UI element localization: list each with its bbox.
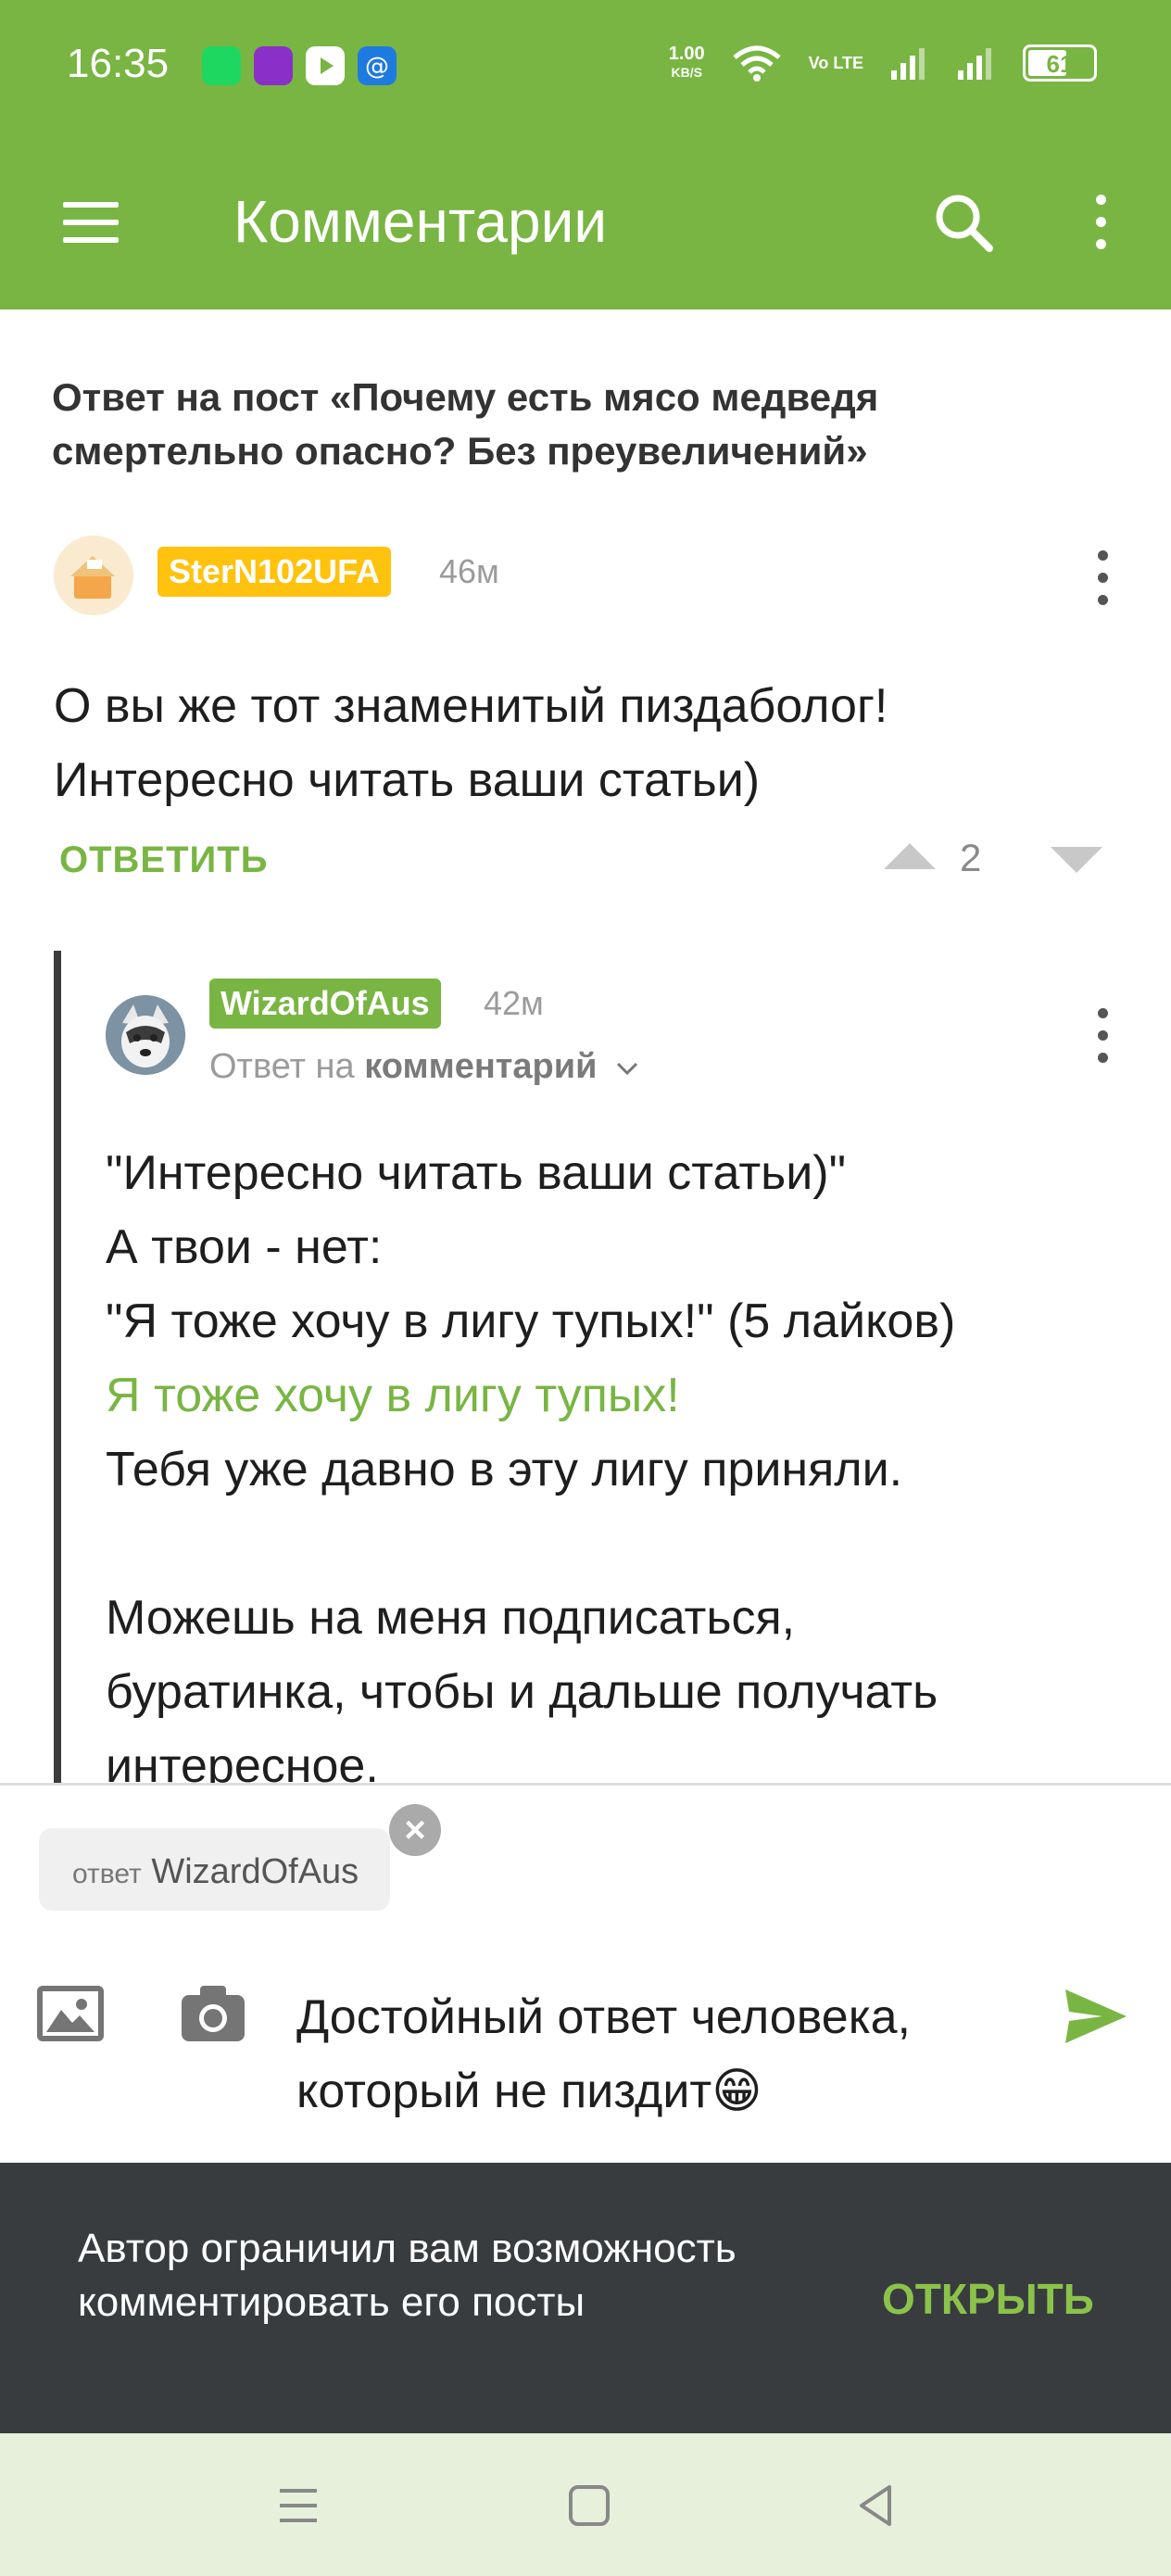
battery-level: 61: [1046, 50, 1074, 78]
battery-icon: 61: [1023, 44, 1097, 82]
post-title[interactable]: Ответ на пост «Почему есть мясо медведя …: [52, 371, 1089, 478]
comment-line: "Я тоже хочу в лигу тупых!" (5 лайков): [106, 1294, 956, 1348]
spotify-notification-icon: [202, 46, 241, 85]
avatar[interactable]: [106, 995, 185, 1075]
app-bar: Комментарии: [0, 139, 1171, 309]
app-header: 16:35 @ 1.00 KB/S Vo LTE 61 Комментарии: [0, 0, 1171, 309]
volte-indicator: Vo LTE: [808, 54, 863, 72]
upvote-arrow-icon[interactable]: [884, 843, 936, 869]
send-icon[interactable]: [1062, 1986, 1130, 2047]
restriction-banner: Автор ограничил вам возможность комменти…: [0, 2163, 1171, 2433]
open-button[interactable]: ОТКРЫТЬ: [882, 2274, 1094, 2324]
camera-icon[interactable]: [178, 1980, 248, 2045]
comment-input[interactable]: Достойный ответ человека, который не пиз…: [296, 1980, 1056, 2128]
comment-line: "Интересно читать ваши статьи)": [106, 1146, 847, 1200]
signal-icon-2: [958, 48, 991, 80]
comment-link[interactable]: Я тоже хочу в лигу тупых!: [106, 1358, 1125, 1433]
signal-icon: [891, 48, 925, 80]
status-indicators: 1.00 KB/S Vo LTE 61: [669, 44, 1097, 82]
page-title: Комментарии: [233, 188, 608, 255]
wifi-icon: [733, 45, 781, 82]
youtube-notification-icon: [306, 46, 345, 85]
back-icon[interactable]: [849, 2478, 904, 2533]
comment-time: 46м: [439, 552, 499, 590]
wildberries-notification-icon: [254, 46, 293, 85]
banner-message: Автор ограничил вам возможность комменти…: [78, 2226, 737, 2325]
svg-text:@: @: [365, 53, 389, 81]
reply-to-link[interactable]: Ответ на комментарий: [209, 1047, 640, 1087]
comment-author-badge[interactable]: SterN102UFA: [157, 547, 392, 597]
close-icon[interactable]: ×: [389, 1804, 441, 1856]
image-icon[interactable]: [37, 1986, 104, 2041]
comment-text: "Интересно читать ваши статьи)" А твои -…: [106, 1136, 1125, 1803]
avatar[interactable]: [54, 536, 133, 615]
thread-line: [54, 951, 61, 1785]
status-bar: 16:35 @ 1.00 KB/S Vo LTE 61: [0, 0, 1171, 139]
comment-line: буратинка, чтобы и дальше получать: [106, 1665, 938, 1719]
comment-blank-line: [106, 1507, 1125, 1581]
recent-apps-icon[interactable]: [271, 2478, 326, 2533]
status-time: 16:35: [67, 41, 170, 86]
mail-notification-icon: @: [358, 46, 397, 85]
system-navigation-bar: [0, 2433, 1171, 2576]
comment-rating: 2: [960, 836, 982, 879]
more-vert-icon[interactable]: [1084, 550, 1121, 617]
comment-text: О вы же тот знаменитый пиздаболог! Интер…: [54, 679, 888, 807]
more-vert-icon[interactable]: [1084, 1008, 1121, 1075]
hamburger-icon[interactable]: [63, 202, 119, 243]
comment-line: Тебя уже давно в эту лигу приняли.: [106, 1443, 903, 1496]
reply-chip: ответ WizardOfAus: [39, 1828, 391, 1911]
downvote-arrow-icon[interactable]: [1051, 847, 1102, 873]
comment-composer: ответ WizardOfAus × Достойный ответ чело…: [0, 1783, 1171, 2163]
search-icon[interactable]: [932, 187, 997, 261]
comment-line: А твои - нет:: [106, 1220, 383, 1274]
comment-author-badge[interactable]: WizardOfAus: [209, 979, 441, 1029]
comment-line: Можешь на меня подписаться,: [106, 1591, 796, 1645]
chevron-down-icon: [616, 1062, 638, 1076]
more-vert-icon[interactable]: [1082, 195, 1119, 261]
comment-time: 42м: [484, 984, 544, 1022]
network-speed: 1.00 KB/S: [668, 44, 705, 80]
home-icon[interactable]: [561, 2478, 617, 2533]
reply-button[interactable]: ОТВЕТИТЬ: [59, 840, 268, 881]
